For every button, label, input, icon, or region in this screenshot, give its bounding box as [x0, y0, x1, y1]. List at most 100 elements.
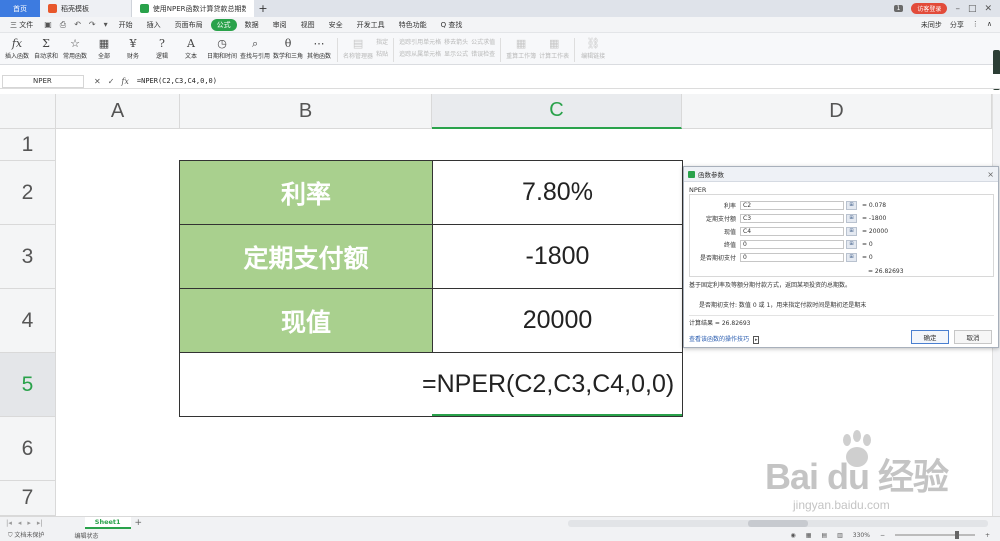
arg-input-rate[interactable]: C2 [740, 200, 844, 210]
first-sheet-icon[interactable]: |◂ [6, 519, 12, 527]
cell-b5-merged[interactable]: =NPER(C2,C3,C4,0,0) [179, 352, 683, 417]
more-icon[interactable]: ⋮ [972, 20, 979, 30]
row-header-5[interactable]: 5 [0, 353, 56, 417]
menu-item-review[interactable]: 审阅 [267, 19, 293, 31]
name-manager-button[interactable]: ▤ 名称管理器 [343, 36, 373, 60]
cancel-button[interactable]: 取消 [954, 330, 992, 344]
error-check-button[interactable]: 错误检查 [471, 49, 495, 58]
text-button[interactable]: A 文本 [178, 36, 204, 60]
show-formula-button[interactable]: 显示公式 [444, 49, 468, 58]
fx-icon[interactable]: fx [121, 77, 128, 86]
menu-item-start[interactable]: 开始 [113, 19, 139, 31]
login-button[interactable]: 访客登录 [911, 3, 948, 14]
redo-icon[interactable]: ↷ [86, 20, 99, 29]
last-sheet-icon[interactable]: ▸| [37, 519, 43, 527]
page-break-icon[interactable]: ▥ [837, 532, 843, 539]
menu-item-developer[interactable]: 开发工具 [351, 19, 391, 31]
zoom-knob[interactable] [954, 531, 959, 539]
row-header-4[interactable]: 4 [0, 289, 56, 353]
tab-template[interactable]: 稻壳模板 [40, 0, 132, 17]
row-header-1[interactable]: 1 [0, 129, 56, 161]
search-button[interactable]: Q 查找 [435, 19, 469, 31]
row-header-7[interactable]: 7 [0, 481, 56, 516]
protect-status[interactable]: ⛉ 文档未保护 [8, 530, 44, 540]
range-picker-icon[interactable]: ⊞ [846, 213, 857, 223]
range-picker-icon[interactable]: ⊞ [846, 239, 857, 249]
calc-sheet-button[interactable]: ▦ 计算工作表 [539, 36, 569, 60]
math-button[interactable]: θ 数学和三角 [273, 36, 303, 60]
cell-b4[interactable]: 现值 [179, 288, 433, 353]
confirm-icon[interactable]: ✓ [108, 77, 115, 86]
arg-input-payment[interactable]: C3 [740, 213, 844, 223]
common-functions-button[interactable]: ☆ 常用函数 [62, 36, 88, 60]
menu-file[interactable]: 三 文件 [4, 19, 39, 31]
select-all-corner[interactable] [0, 94, 56, 129]
insert-function-button[interactable]: fx 插入函数 [4, 36, 30, 60]
lookup-button[interactable]: ⌕ 查找与引用 [240, 36, 270, 60]
arg-input-fv[interactable]: 0 [740, 239, 844, 249]
datetime-button[interactable]: ◷ 日期和时间 [207, 36, 237, 60]
dropdown-icon[interactable]: ▾ [101, 20, 111, 29]
arg-input-type[interactable]: 0 [740, 252, 844, 262]
range-picker-icon[interactable]: ⊞ [846, 252, 857, 262]
finance-button[interactable]: ¥ 财务 [120, 36, 146, 60]
column-header-d[interactable]: D [682, 94, 992, 129]
name-box[interactable]: NPER [2, 74, 84, 88]
sheet-tab-sheet1[interactable]: Sheet1 [84, 517, 131, 529]
all-functions-button[interactable]: ▦ 全部 [91, 36, 117, 60]
eye-icon[interactable]: ◉ [791, 532, 796, 539]
page-layout-icon[interactable]: ▤ [821, 532, 827, 539]
row-header-3[interactable]: 3 [0, 225, 56, 289]
tab-home[interactable]: 首页 [0, 0, 40, 17]
share-button[interactable]: 分享 [950, 20, 964, 30]
range-picker-icon[interactable]: ⊞ [846, 200, 857, 210]
print-icon[interactable]: ⎙ [57, 20, 69, 30]
menu-item-formula[interactable]: 公式 [210, 18, 237, 31]
new-tab-button[interactable]: + [254, 0, 272, 17]
minimize-icon[interactable]: – [955, 4, 960, 14]
logic-button[interactable]: ? 逻辑 [149, 36, 175, 60]
notification-badge[interactable]: 1 [893, 5, 904, 12]
range-picker-icon[interactable]: ⊞ [846, 226, 857, 236]
close-icon[interactable]: ✕ [984, 4, 992, 14]
edit-links-button[interactable]: ⛓ 编辑链接 [580, 36, 606, 60]
column-header-a[interactable]: A [56, 94, 180, 129]
sync-status[interactable]: 未同步 [921, 20, 942, 30]
zoom-level[interactable]: 330% [853, 532, 870, 539]
cell-c4[interactable]: 20000 [432, 288, 683, 353]
next-sheet-icon[interactable]: ▸ [27, 519, 31, 527]
undo-icon[interactable]: ↶ [71, 20, 84, 29]
help-link[interactable]: 查看该函数的操作技巧 ▸ [689, 334, 760, 344]
column-header-c[interactable]: C [432, 94, 682, 129]
recalc-button[interactable]: ▦ 重算工作簿 [506, 36, 536, 60]
formula-eval-button[interactable]: 公式求值 [471, 37, 495, 46]
column-header-b[interactable]: B [180, 94, 432, 129]
other-functions-button[interactable]: ⋯ 其他函数 [306, 36, 332, 60]
dialog-title-bar[interactable]: 函数参数 × [684, 167, 998, 182]
menu-item-features[interactable]: 特色功能 [393, 19, 433, 31]
horizontal-scrollbar[interactable] [568, 519, 988, 527]
menu-item-view[interactable]: 视图 [295, 19, 321, 31]
trace-dependents-button[interactable]: 追踪从属单元格 [399, 49, 441, 58]
collapse-icon[interactable]: ∧ [987, 20, 992, 30]
scroll-thumb[interactable] [748, 519, 808, 527]
cell-b2[interactable]: 利率 [179, 160, 433, 225]
row-header-6[interactable]: 6 [0, 417, 56, 481]
menu-item-security[interactable]: 安全 [323, 19, 349, 31]
prev-sheet-icon[interactable]: ◂ [18, 519, 22, 527]
row-header-2[interactable]: 2 [0, 161, 56, 225]
cell-c2[interactable]: 7.80% [432, 160, 683, 225]
zoom-in-icon[interactable]: + [985, 532, 990, 539]
dialog-close-icon[interactable]: × [987, 170, 998, 179]
tab-document[interactable]: 使用NPER函数计算贷款总期数 [132, 0, 254, 17]
autosum-button[interactable]: Σ 自动求和 [33, 36, 59, 60]
add-sheet-icon[interactable]: + [135, 518, 143, 528]
cancel-icon[interactable]: ✕ [94, 77, 101, 86]
zoom-out-icon[interactable]: − [880, 532, 885, 539]
arg-input-pv[interactable]: C4 [740, 226, 844, 236]
cell-b3[interactable]: 定期支付额 [179, 224, 433, 289]
cell-c3[interactable]: -1800 [432, 224, 683, 289]
paste-button[interactable]: 粘贴 [376, 49, 388, 58]
normal-view-icon[interactable]: ▦ [806, 532, 812, 539]
menu-item-insert[interactable]: 插入 [141, 19, 167, 31]
